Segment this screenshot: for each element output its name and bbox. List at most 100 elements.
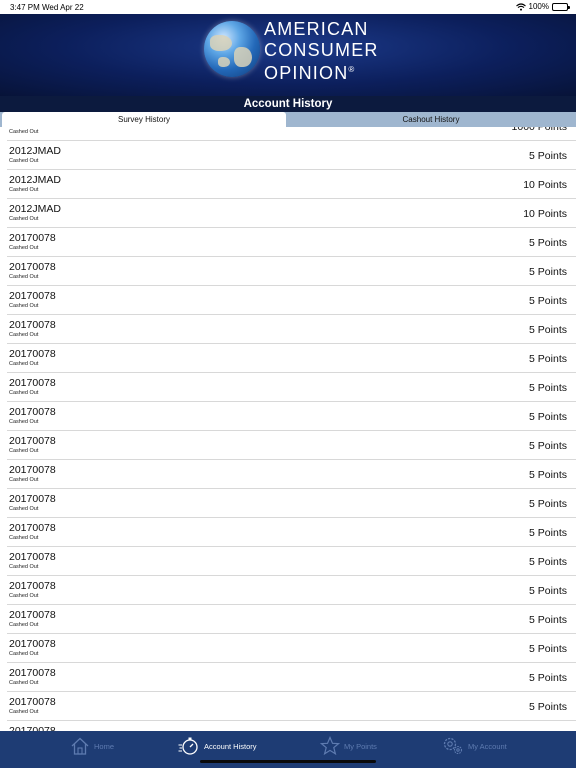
status-time: 3:47 PM: [10, 3, 40, 12]
row-points: 5 Points: [529, 266, 567, 278]
history-row[interactable]: 20170078Cashed Out 5 Points: [7, 431, 576, 460]
gear-icon: [443, 737, 463, 755]
survey-code: 2012JMAD: [9, 174, 61, 186]
row-points: 5 Points: [529, 469, 567, 481]
row-points: 5 Points: [529, 556, 567, 568]
nav-account-history[interactable]: Account History: [178, 735, 257, 757]
history-list[interactable]: Cashed Out 1000 Points 2012JMAD Cashed Out 5…: [0, 127, 576, 731]
row-status: Cashed Out: [9, 245, 39, 251]
survey-code: 20170078: [9, 493, 56, 505]
row-points: 5 Points: [529, 701, 567, 713]
row-points: 10 Points: [523, 179, 567, 191]
row-points: 5 Points: [529, 382, 567, 394]
row-points: 1000 Points: [511, 127, 567, 133]
registered-mark: ®: [348, 65, 356, 74]
brand-line-2: CONSUMER: [264, 39, 379, 60]
row-status: Cashed Out: [9, 158, 39, 164]
history-row[interactable]: Cashed Out 1000 Points: [7, 127, 576, 141]
survey-code: 2012JMAD: [9, 145, 61, 157]
survey-code: 20170078: [9, 348, 56, 360]
row-status: Cashed Out: [9, 477, 39, 483]
home-indicator[interactable]: [200, 760, 376, 763]
row-status: Cashed Out: [9, 303, 39, 309]
history-row[interactable]: 2012JMAD Cashed Out 10 Points: [7, 170, 576, 199]
survey-code: 20170078: [9, 377, 56, 389]
history-row[interactable]: 20170078Cashed Out 5 Points: [7, 489, 576, 518]
row-status: Cashed Out: [9, 419, 39, 425]
history-row[interactable]: 20170078Cashed Out5 Points: [7, 576, 576, 605]
row-status: Cashed Out: [9, 651, 39, 657]
history-row[interactable]: 20170078Cashed Out5 Points: [7, 605, 576, 634]
brand-line-3: OPINION: [264, 63, 349, 83]
history-row[interactable]: 20170078Cashed Out 5 Points: [7, 228, 576, 257]
row-status: Cashed Out: [9, 390, 39, 396]
nav-my-points[interactable]: My Points: [320, 735, 377, 757]
nav-home-label: Home: [94, 741, 115, 751]
row-points: 10 Points: [523, 208, 567, 220]
star-icon: [320, 736, 340, 756]
row-status: Cashed Out: [9, 535, 39, 541]
survey-code: 20170078: [9, 435, 56, 447]
row-status: Cashed Out: [9, 129, 39, 135]
survey-code: 2012JMAD: [9, 203, 61, 215]
row-status: Cashed Out: [9, 622, 39, 628]
row-points: 5 Points: [529, 353, 567, 365]
history-row[interactable]: 20170078Cashed Out 5 Points: [7, 402, 576, 431]
status-date: Wed Apr 22: [42, 3, 84, 12]
tab-cashout-history[interactable]: Cashout History: [288, 112, 574, 127]
row-points: 5 Points: [529, 295, 567, 307]
nav-my-account[interactable]: My Account: [442, 735, 507, 757]
history-row[interactable]: 20170078Cashed Out 5 Points: [7, 257, 576, 286]
row-status: Cashed Out: [9, 274, 39, 280]
history-row[interactable]: 20170078Cashed Out5 Points: [7, 286, 576, 315]
row-points: 5 Points: [529, 672, 567, 684]
row-status: Cashed Out: [9, 216, 39, 222]
survey-code: 20170078: [9, 406, 56, 418]
row-points: 5 Points: [529, 498, 567, 510]
nav-home[interactable]: Home: [70, 735, 114, 757]
history-row[interactable]: 20170078Cashed Out 5 Points: [7, 373, 576, 402]
survey-code: 20170078: [9, 522, 56, 534]
survey-code: 20170078: [9, 696, 56, 708]
history-row[interactable]: 20170078Cashed Out5 Points: [7, 344, 576, 373]
row-status: Cashed Out: [9, 506, 39, 512]
row-points: 5 Points: [529, 614, 567, 626]
survey-code: 20170078: [9, 551, 56, 563]
row-points: 5 Points: [529, 324, 567, 336]
survey-code: 20170078: [9, 667, 56, 679]
history-row[interactable]: 2012JMAD Cashed Out 10 Points: [7, 199, 576, 228]
wifi-icon: [515, 2, 526, 11]
history-row[interactable]: 20170078Cashed Out 5 Points: [7, 692, 576, 721]
history-row[interactable]: 20170078Cashed Out 5 Points: [7, 460, 576, 489]
nav-account-history-label: Account History: [204, 741, 257, 751]
stopwatch-icon: [178, 737, 198, 755]
history-row[interactable]: 20170078Cashed Out 5 Points: [7, 634, 576, 663]
status-right: 100%: [515, 2, 570, 11]
row-points: 5 Points: [529, 237, 567, 249]
tab-survey-history[interactable]: Survey History: [2, 112, 286, 127]
history-row[interactable]: 2012JMAD Cashed Out 5 Points: [7, 141, 576, 170]
history-row[interactable]: 20170078Cashed Out 5 Points: [7, 315, 576, 344]
row-status: Cashed Out: [9, 448, 39, 454]
row-points: 5 Points: [529, 440, 567, 452]
survey-code: 20170078: [9, 580, 56, 592]
row-status: Cashed Out: [9, 332, 39, 338]
survey-code: 20170078: [9, 232, 56, 244]
history-row[interactable]: 20170078Cashed Out5 Points: [7, 663, 576, 692]
globe-logo-icon: [204, 21, 260, 77]
history-row[interactable]: 20170078Cashed Out5 Points: [7, 547, 576, 576]
survey-code: 20170078: [9, 261, 56, 273]
row-points: 5 Points: [529, 150, 567, 162]
brand-banner: AMERICAN CONSUMER OPINION®: [0, 14, 576, 96]
nav-my-points-label: My Points: [344, 741, 377, 751]
survey-code: 20170078: [9, 638, 56, 650]
history-row[interactable]: 20170078Cashed Out5 Points: [7, 721, 576, 731]
survey-code: 20170078: [9, 319, 56, 331]
brand-logo-text: AMERICAN CONSUMER OPINION®: [264, 19, 379, 84]
row-points: 5 Points: [529, 643, 567, 655]
row-points: 5 Points: [529, 411, 567, 423]
survey-code: 20170078: [9, 464, 56, 476]
history-tabs: Survey History Cashout History: [0, 112, 576, 127]
history-row[interactable]: 20170078Cashed Out5 Points: [7, 518, 576, 547]
row-status: Cashed Out: [9, 709, 39, 715]
